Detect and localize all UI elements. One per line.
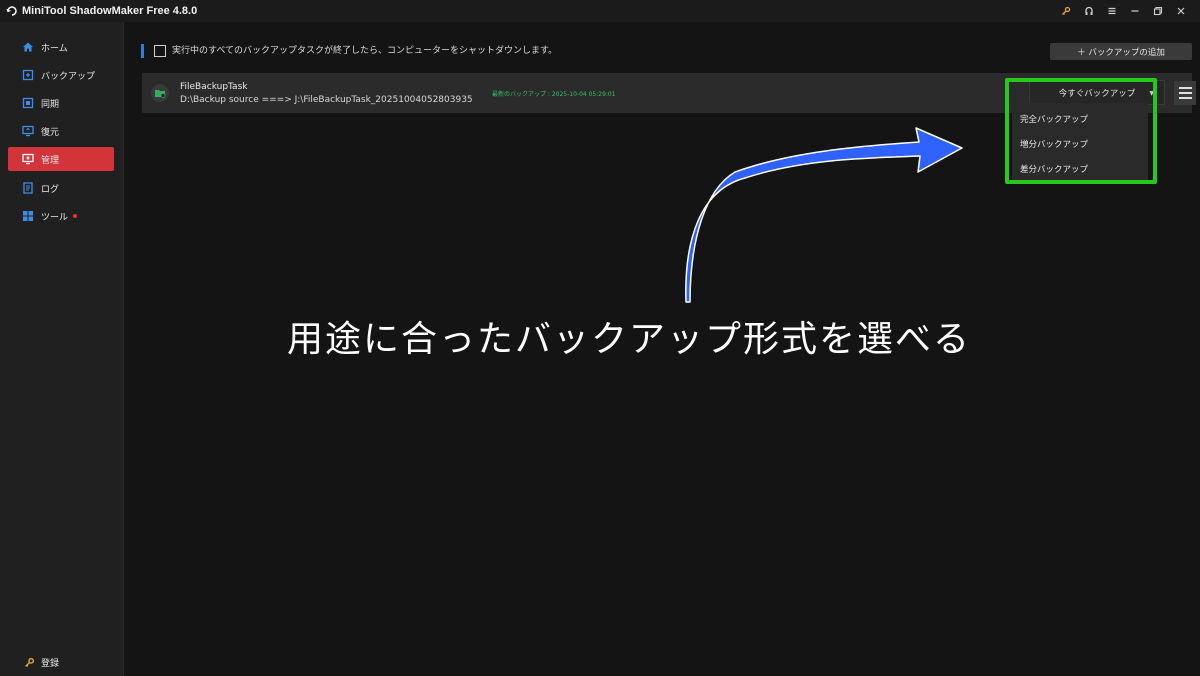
sidebar-item-manage[interactable]: 管理 [8,147,114,171]
register-label: 登録 [41,659,60,669]
sidebar-item-restore[interactable]: 復元 [8,119,114,143]
backup-icon [22,69,34,81]
annotation-caption: 用途に合ったバックアップ形式を選べる [287,319,972,360]
task-path: D:\Backup source ===> J:\FileBackupTask_… [180,95,473,105]
register-link[interactable]: 登録 [24,653,59,672]
last-backup-time: 最新のバックアップ : 2025-10-04 05:29:01 [492,91,616,98]
manage-icon [22,153,34,165]
sidebar-item-label: 同期 [41,99,60,110]
sync-icon [22,97,34,109]
task-name: FileBackupTask [180,82,248,92]
shutdown-label: 実行中のすべてのバックアップタスクが終了したら、コンピューターをシャットダウンし… [172,46,558,56]
highlight-box [1005,78,1157,184]
sidebar-item-label: ツール [41,212,69,223]
key-icon [24,653,35,672]
sidebar-item-sync[interactable]: 同期 [8,91,114,115]
sidebar-item-label: 管理 [41,155,60,166]
log-icon [22,182,34,194]
sidebar-item-label: 復元 [41,127,60,138]
add-backup-button[interactable]: ＋ バックアップの追加 [1050,43,1192,60]
folder-icon [151,84,169,102]
sidebar-item-log[interactable]: ログ [8,176,114,200]
title-bar: MiniTool ShadowMaker Free 4.8.0 [0,0,1200,22]
account-icon[interactable] [1077,0,1100,22]
home-icon [22,41,34,53]
key-icon[interactable] [1054,0,1077,22]
tools-icon [22,210,34,222]
app-logo-icon [5,4,19,18]
sidebar-item-backup[interactable]: バックアップ [8,63,114,87]
sidebar: ホーム バックアップ 同期 復元 管理 ログ ツール 登録 [0,22,124,676]
menu-icon[interactable] [1100,0,1123,22]
minimize-icon[interactable] [1123,0,1146,22]
sidebar-item-tools[interactable]: ツール [8,204,114,228]
notification-badge [73,214,78,218]
app-title: MiniTool ShadowMaker Free 4.8.0 [22,5,198,17]
restore-icon[interactable] [1146,0,1169,22]
sidebar-item-label: バックアップ [41,71,96,82]
shutdown-checkbox[interactable] [154,45,166,57]
close-icon[interactable] [1169,0,1192,22]
sidebar-item-home[interactable]: ホーム [8,35,114,59]
restore-icon [22,125,34,137]
sidebar-item-label: ホーム [41,43,68,54]
task-menu-button[interactable] [1174,81,1196,105]
section-accent [141,44,144,58]
sidebar-item-label: ログ [41,184,60,195]
